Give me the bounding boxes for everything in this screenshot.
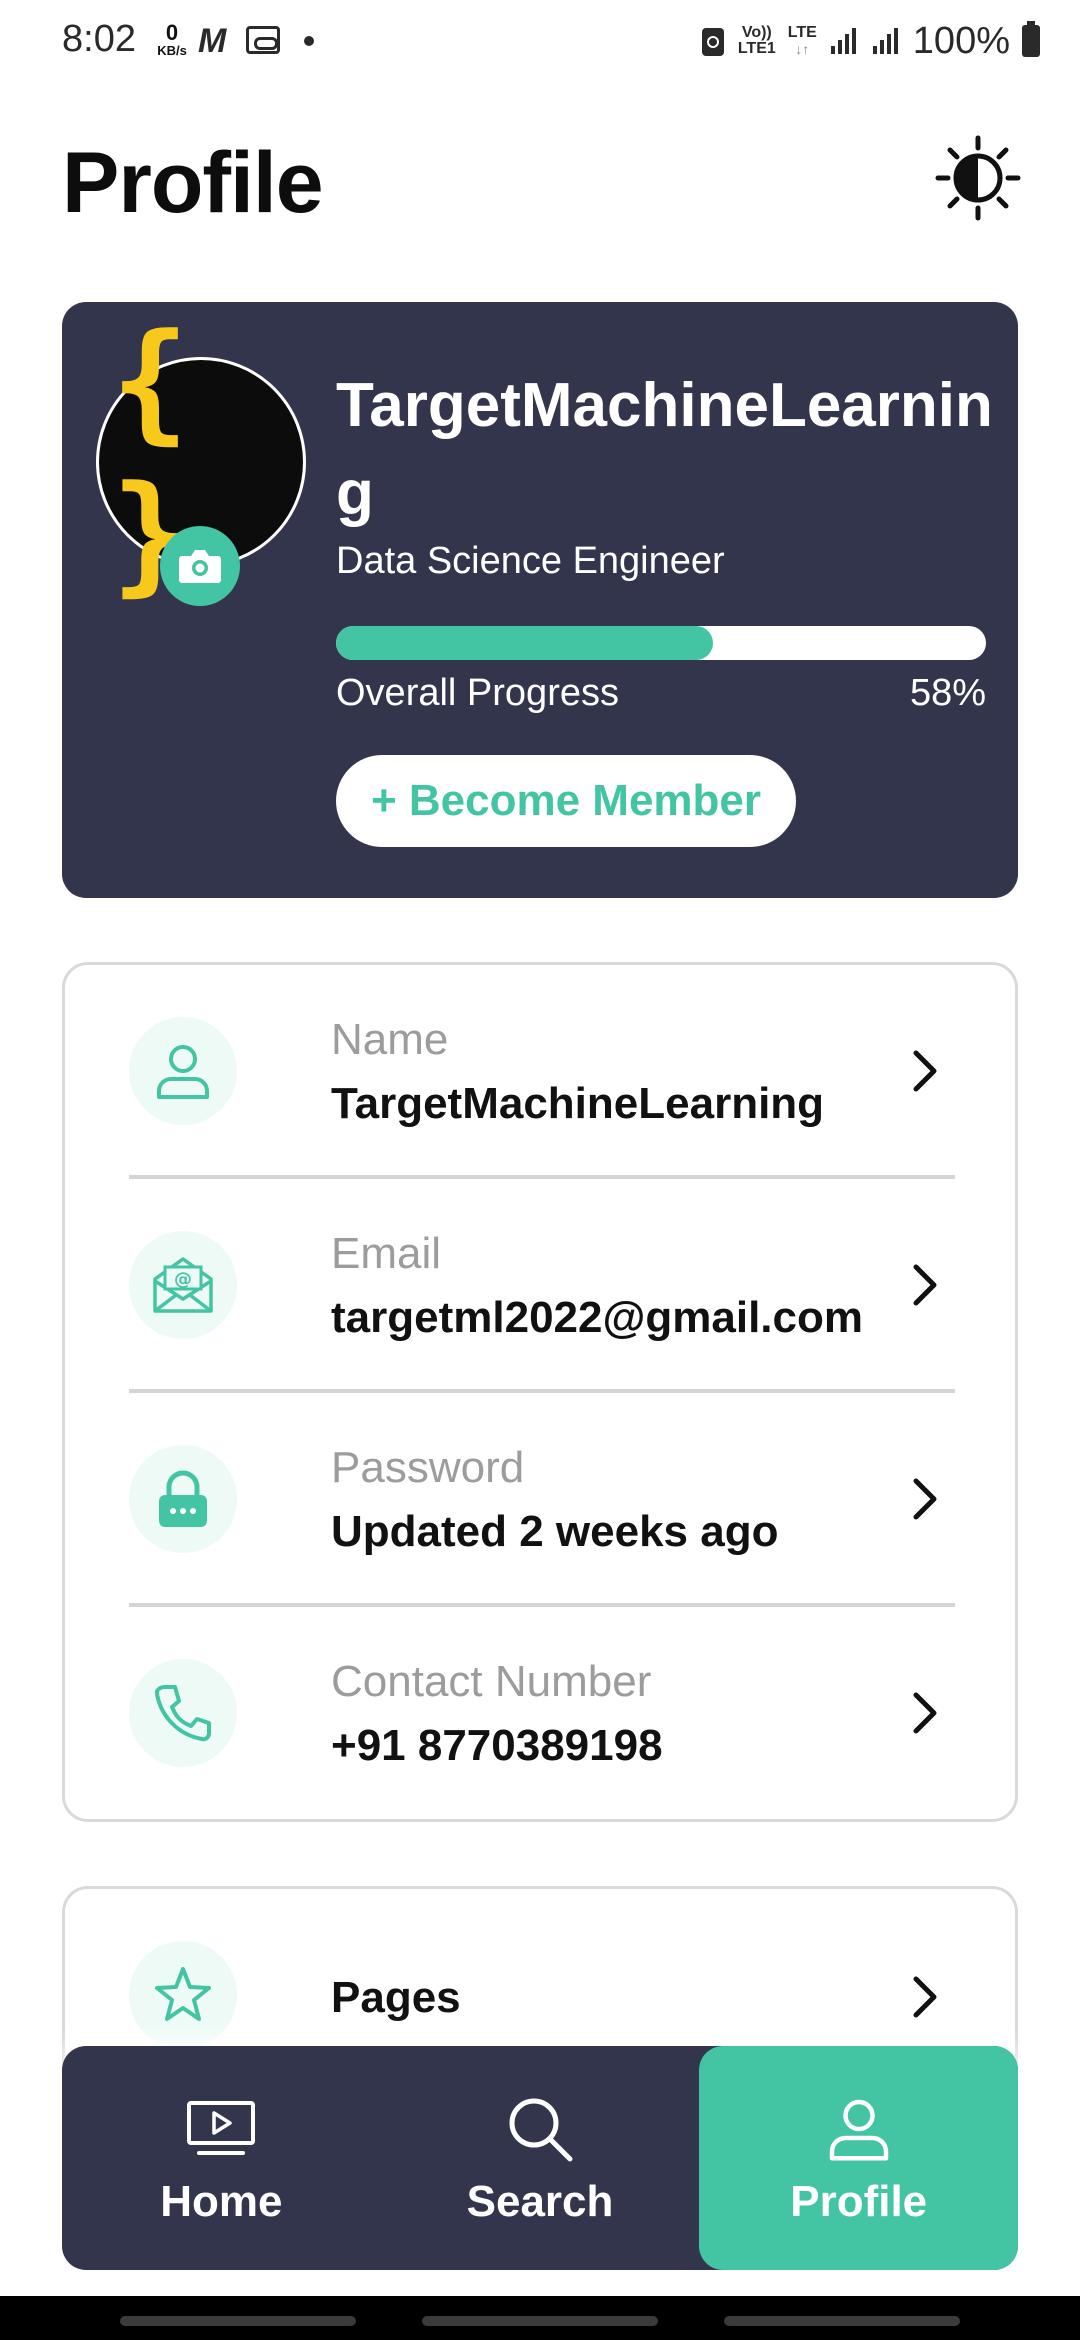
row-value: Updated 2 weeks ago xyxy=(331,1507,779,1556)
volte-top: Vo)) xyxy=(741,24,772,41)
bottom-nav: Home Search Profile xyxy=(62,2046,1019,2270)
system-nav-bar xyxy=(0,2296,1080,2340)
info-row-email[interactable]: @ Email targetml2022@gmail.com xyxy=(129,1179,955,1393)
progress-label: Overall Progress xyxy=(336,672,619,714)
user-name: TargetMachineLearning xyxy=(336,371,993,528)
lte-label: LTE xyxy=(787,24,817,41)
row-value: +91 8770389198 xyxy=(331,1721,663,1770)
system-back-button[interactable] xyxy=(724,2316,960,2326)
become-member-button[interactable]: + Become Member xyxy=(336,755,796,847)
profile-card: { } TargetMachineLearning Data Science E… xyxy=(62,302,1018,898)
info-row-pages[interactable]: Pages xyxy=(129,1941,955,2051)
net-speed-value: 0 xyxy=(165,20,179,45)
row-label: Password xyxy=(331,1443,525,1492)
volte-bottom: LTE1 xyxy=(737,40,776,57)
status-bar: 8:02 0 KB/s M Vo)) LTE1 LTE ↓↑ 100% xyxy=(0,0,1080,84)
chevron-right-icon xyxy=(895,1461,955,1537)
lte-indicator: LTE ↓↑ xyxy=(787,24,817,58)
row-value: targetml2022@gmail.com xyxy=(331,1293,863,1342)
tv-icon xyxy=(181,2089,261,2169)
nav-profile[interactable]: Profile xyxy=(699,2046,1019,2270)
user-icon xyxy=(819,2089,899,2169)
svg-text:@: @ xyxy=(174,1269,192,1290)
progress-bar-fill xyxy=(336,626,713,660)
star-icon xyxy=(155,1967,211,2021)
system-recents-button[interactable] xyxy=(120,2316,356,2326)
nav-search-label: Search xyxy=(466,2177,614,2226)
chevron-right-icon xyxy=(895,1247,955,1323)
voicemail-icon xyxy=(246,26,280,54)
brightness-icon xyxy=(935,135,1021,221)
info-row-password[interactable]: Password Updated 2 weeks ago xyxy=(129,1393,955,1607)
page-title: Profile xyxy=(62,135,324,231)
nav-home-label: Home xyxy=(160,2177,283,2226)
carrier-icon: M xyxy=(198,22,227,60)
lock-icon xyxy=(159,1470,207,1527)
user-icon-circle xyxy=(129,1017,237,1125)
row-value: Pages xyxy=(331,1973,461,2022)
lock-icon-circle xyxy=(129,1445,237,1553)
nav-search[interactable]: Search xyxy=(381,2046,700,2270)
progress-bar xyxy=(336,626,986,660)
row-value: TargetMachineLearning xyxy=(331,1079,825,1128)
search-icon xyxy=(500,2089,580,2169)
change-photo-button[interactable] xyxy=(160,526,240,606)
email-icon-circle: @ xyxy=(129,1231,237,1339)
star-icon-circle xyxy=(129,1941,237,2049)
theme-toggle-button[interactable] xyxy=(934,134,1022,222)
email-icon: @ xyxy=(153,1257,213,1313)
status-right-group: Vo)) LTE1 LTE ↓↑ 100% xyxy=(700,16,1040,66)
info-row-name[interactable]: Name TargetMachineLearning xyxy=(129,965,955,1179)
phone-icon xyxy=(154,1685,211,1742)
status-time: 8:02 xyxy=(62,18,136,60)
phone-icon-circle xyxy=(129,1659,237,1767)
nav-home[interactable]: Home xyxy=(62,2046,381,2270)
user-role: Data Science Engineer xyxy=(336,540,725,582)
signal-icon-2 xyxy=(872,28,898,54)
nav-profile-label: Profile xyxy=(790,2177,928,2226)
chevron-right-icon xyxy=(895,1959,955,2035)
net-speed-indicator: 0 KB/s xyxy=(152,20,192,58)
camera-icon xyxy=(179,550,221,583)
row-label: Email xyxy=(331,1229,442,1278)
notification-dot-icon xyxy=(304,36,314,46)
chevron-right-icon xyxy=(895,1675,955,1751)
system-home-button[interactable] xyxy=(422,2316,658,2326)
battery-percent: 100% xyxy=(912,19,1010,62)
progress-value: 58% xyxy=(909,672,986,714)
lte-arrows-icon: ↓↑ xyxy=(795,41,810,57)
signal-icon xyxy=(830,28,856,54)
row-label: Name xyxy=(331,1015,449,1064)
net-speed-unit: KB/s xyxy=(157,43,187,58)
info-row-contact[interactable]: Contact Number +91 8770389198 xyxy=(129,1607,955,1821)
data-saver-icon xyxy=(701,28,724,56)
account-info-card: Name TargetMachineLearning @ Email targe… xyxy=(62,962,1018,1822)
battery-icon xyxy=(1022,21,1040,57)
chevron-right-icon xyxy=(895,1033,955,1109)
user-icon xyxy=(157,1045,209,1099)
volte-indicator: Vo)) LTE1 xyxy=(738,25,776,57)
row-label: Contact Number xyxy=(331,1657,652,1706)
